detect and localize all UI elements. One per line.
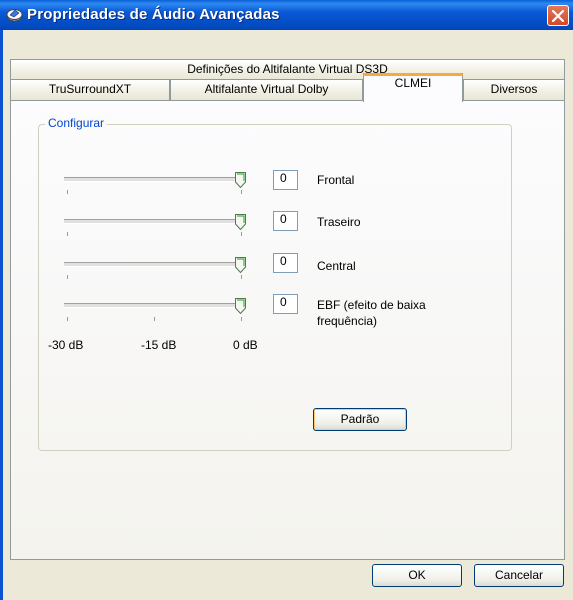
ebf-label-line2: frequência) xyxy=(317,314,378,328)
slider-thumb-traseiro[interactable] xyxy=(235,214,246,230)
close-button[interactable] xyxy=(547,5,569,26)
tick-min xyxy=(67,232,68,236)
tab-clmei-label: CLMEI xyxy=(394,76,432,90)
tab-clmei[interactable]: CLMEI xyxy=(363,73,463,102)
ebf-label: EBF (efeito de baixa frequência) xyxy=(317,297,426,329)
window-title: Propriedades de Áudio Avançadas xyxy=(27,6,280,23)
tab-dolby-virtual-speaker[interactable]: Altifalante Virtual Dolby xyxy=(170,79,363,100)
tick-max xyxy=(241,275,242,279)
tick-mid xyxy=(154,317,155,321)
slider-track-ebf[interactable] xyxy=(64,303,246,308)
slider-track-frontal[interactable] xyxy=(64,177,246,182)
tab-diversos[interactable]: Diversos xyxy=(463,79,565,100)
window-border-left xyxy=(0,30,3,600)
tick-min xyxy=(67,190,68,194)
scale-min-label: -30 dB xyxy=(48,338,84,352)
tick-min xyxy=(67,317,68,321)
slider-thumb-ebf[interactable] xyxy=(235,298,246,314)
tab-ds3d-virtual-speaker[interactable]: Definições do Altifalante Virtual DS3D xyxy=(10,59,565,80)
ebf-label-line1: EBF (efeito de baixa xyxy=(317,298,426,312)
group-title: Configurar xyxy=(45,116,108,130)
frontal-value[interactable]: 0 xyxy=(273,170,298,190)
tab-trusurroundxt[interactable]: TruSurroundXT xyxy=(10,79,170,100)
frontal-label: Frontal xyxy=(317,173,355,187)
tick-max xyxy=(241,190,242,194)
slider-thumb-frontal[interactable] xyxy=(235,172,246,188)
title-bar[interactable]: Propriedades de Áudio Avançadas xyxy=(0,0,573,30)
selected-tab-indicator xyxy=(363,73,463,76)
slider-thumb-central[interactable] xyxy=(235,257,246,273)
tick-min xyxy=(67,275,68,279)
traseiro-value[interactable]: 0 xyxy=(273,211,298,231)
central-value[interactable]: 0 xyxy=(273,253,298,273)
tick-max xyxy=(241,232,242,236)
slider-track-traseiro[interactable] xyxy=(64,219,246,224)
scale-max-label: 0 dB xyxy=(233,338,258,352)
central-label: Central xyxy=(317,259,356,273)
default-button[interactable]: Padrão xyxy=(313,408,407,431)
cancel-button[interactable]: Cancelar xyxy=(474,564,564,587)
tick-max xyxy=(241,317,242,321)
audio-properties-icon xyxy=(6,9,23,22)
traseiro-label: Traseiro xyxy=(317,215,361,229)
slider-track-central[interactable] xyxy=(64,262,246,267)
scale-mid-label: -15 dB xyxy=(141,338,177,352)
ok-button[interactable]: OK xyxy=(372,564,462,587)
ebf-value[interactable]: 0 xyxy=(273,294,298,314)
close-icon xyxy=(552,10,564,22)
